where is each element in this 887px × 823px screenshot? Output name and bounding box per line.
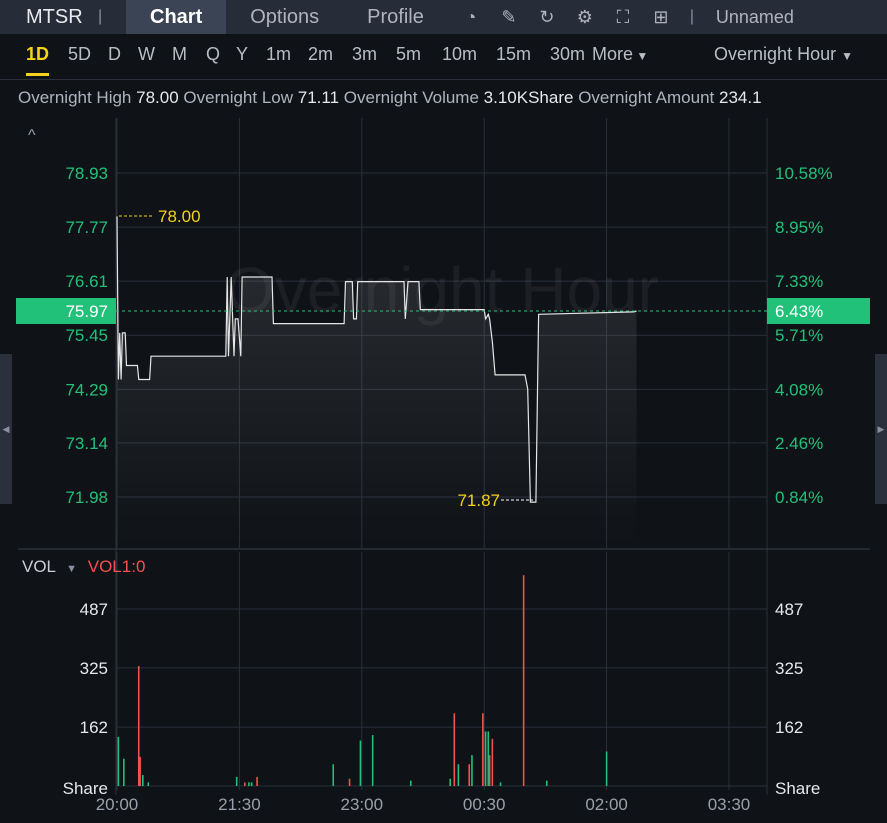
- y-tick-left: 71.98: [65, 488, 108, 507]
- x-tick: 00:30: [463, 795, 506, 814]
- caret-down-icon[interactable]: ▼: [66, 563, 77, 575]
- current-pct: 6.43%: [775, 302, 823, 321]
- x-tick: 23:00: [341, 795, 384, 814]
- y-tick-right: 8.95%: [775, 218, 823, 237]
- y-tick-left: 78.93: [65, 164, 108, 183]
- x-tick: 02:00: [585, 795, 628, 814]
- right-scroll-handle[interactable]: ▶: [875, 354, 887, 504]
- collapse-icon: ^: [28, 127, 36, 144]
- y-tick-left: 74.29: [65, 380, 108, 399]
- price-chart[interactable]: ^20:00 21:30 23:00 00:30 02:00 03:3078.93 10.5…: [0, 0, 887, 823]
- vol-indicator: VOL1:0: [87, 557, 146, 576]
- vol-y-tick-left: 325: [80, 659, 108, 678]
- x-tick: 03:30: [708, 795, 751, 814]
- vol-y-tick-right: 325: [775, 659, 803, 678]
- y-tick-right: 2.46%: [775, 434, 823, 453]
- vol-y-tick-right: 487: [775, 600, 803, 619]
- vol-y-tick-left: 162: [80, 718, 108, 737]
- y-tick-right: 0.84%: [775, 488, 823, 507]
- y-tick-right: 5.71%: [775, 326, 823, 345]
- y-tick-left: 77.77: [65, 218, 108, 237]
- vol-label: VOL: [22, 557, 56, 576]
- vol-y-tick-right: 162: [775, 718, 803, 737]
- current-price: 75.97: [65, 302, 108, 321]
- volume-legend[interactable]: VOL ▼ VOL1:0: [22, 557, 145, 577]
- y-tick-right: 4.08%: [775, 380, 823, 399]
- y-tick-right: 10.58%: [775, 164, 833, 183]
- vol-unit-left: Share: [63, 779, 108, 798]
- high-annotation: 78.00: [158, 207, 201, 226]
- y-tick-left: 76.61: [65, 272, 108, 291]
- y-tick-left: 73.14: [65, 434, 108, 453]
- vol-y-tick-left: 487: [80, 600, 108, 619]
- left-scroll-handle[interactable]: ◀: [0, 354, 12, 504]
- vol-unit-right: Share: [775, 779, 820, 798]
- low-annotation: 71.87: [457, 491, 500, 510]
- y-tick-right: 7.33%: [775, 272, 823, 291]
- y-tick-left: 75.45: [65, 326, 108, 345]
- x-tick: 21:30: [218, 795, 261, 814]
